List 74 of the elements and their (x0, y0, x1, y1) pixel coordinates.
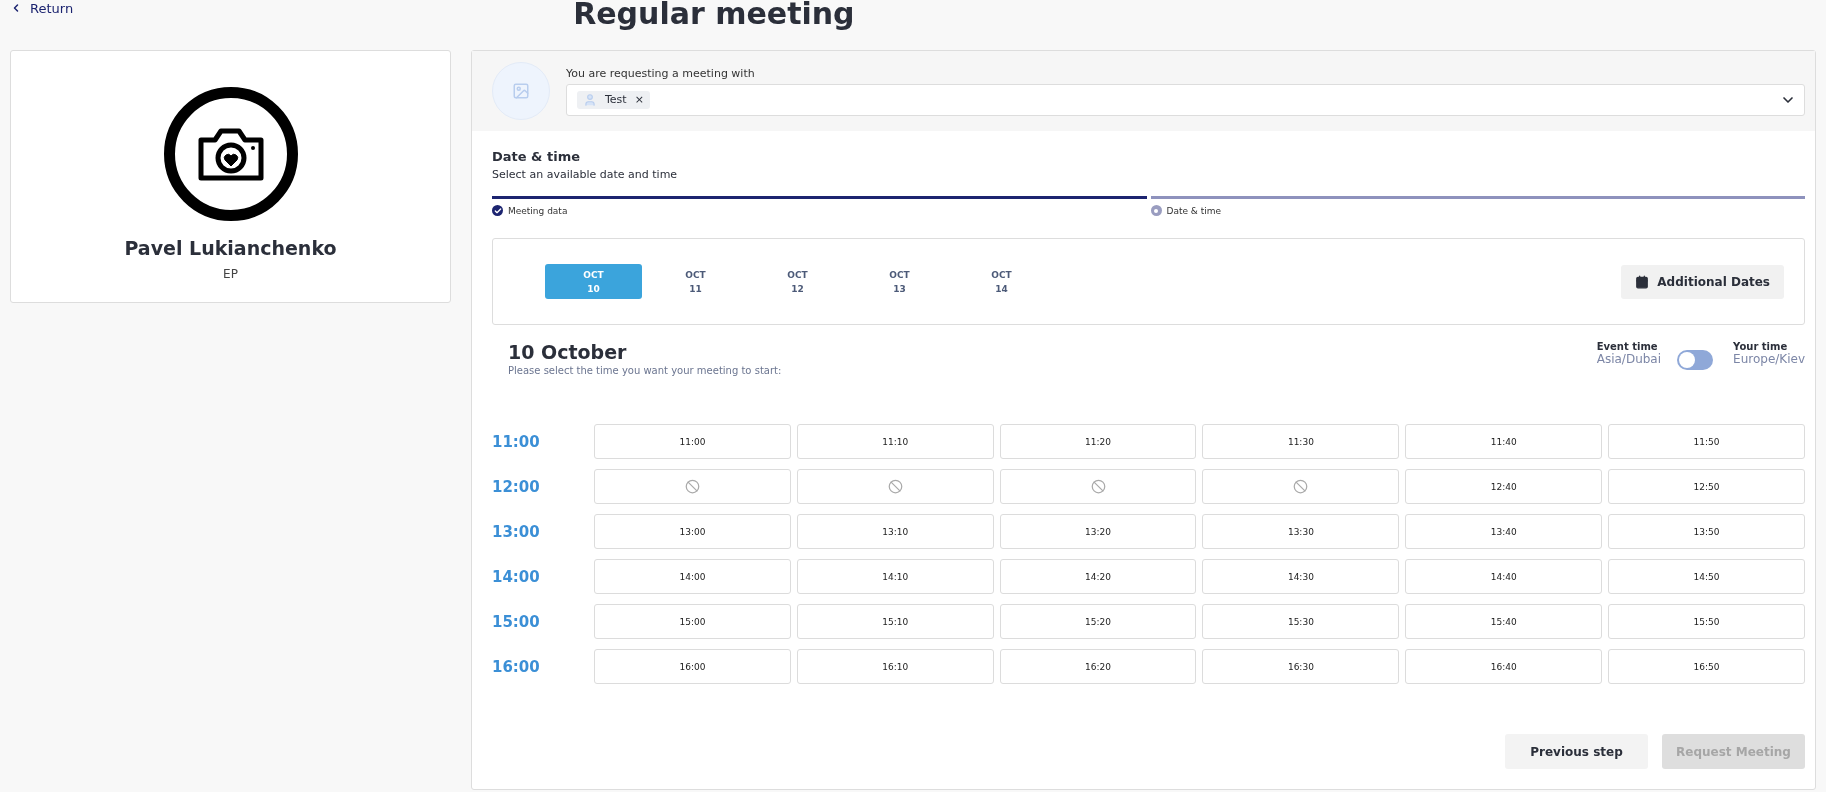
time-slot[interactable]: 12:50 (1608, 469, 1805, 504)
hour-label: 11:00 (492, 432, 541, 451)
date-tab[interactable]: OCT 13 (851, 264, 948, 299)
section-subtitle: Select an available date and time (492, 168, 679, 181)
time-slot[interactable]: 13:40 (1405, 514, 1603, 549)
remove-chip[interactable]: × (634, 93, 644, 106)
time-slot[interactable]: 16:00 (594, 649, 791, 684)
hour-label: 13:00 (492, 522, 541, 541)
your-time-label: Your time (1733, 341, 1788, 352)
time-slot[interactable]: 13:30 (1202, 514, 1400, 549)
unavailable-icon (887, 479, 903, 494)
time-slot[interactable]: 16:30 (1202, 649, 1400, 684)
unavailable-icon (1293, 479, 1309, 494)
hour-label: 12:00 (492, 477, 541, 496)
unavailable-slot[interactable] (999, 469, 1197, 504)
event-time-label: Event time (1596, 341, 1658, 352)
event-zone: Asia/Dubai (1596, 352, 1662, 366)
section-title: Date & time (492, 149, 582, 164)
time-slot[interactable]: 11:40 (1405, 424, 1603, 459)
time-slot[interactable]: 13:00 (594, 514, 791, 549)
page-title: Regular meeting (573, 0, 855, 32)
hour-label: 14:00 (492, 567, 541, 586)
time-slot[interactable]: 13:50 (1608, 514, 1805, 549)
unavailable-slot[interactable] (1202, 469, 1400, 504)
request-label: You are requesting a meeting with (566, 66, 756, 80)
time-slot[interactable]: 11:10 (796, 424, 994, 459)
time-slot[interactable]: 14:10 (796, 559, 994, 594)
date-tab[interactable]: OCT 12 (749, 264, 846, 299)
time-slot[interactable]: 13:20 (999, 514, 1197, 549)
timezone-toggle[interactable] (1677, 350, 1714, 370)
return-link[interactable]: Return (10, 0, 74, 16)
profile-role: EP (223, 267, 238, 281)
time-slot[interactable]: 13:10 (796, 514, 994, 549)
time-slot[interactable]: 14:40 (1405, 559, 1603, 594)
hour-label: 16:00 (492, 657, 541, 676)
time-slot[interactable]: 15:00 (594, 604, 791, 639)
time-slot[interactable]: 11:00 (594, 424, 791, 459)
user-icon (583, 92, 597, 107)
unavailable-slot[interactable] (594, 469, 791, 504)
time-slot[interactable]: 11:30 (1202, 424, 1400, 459)
time-slot[interactable]: 11:20 (999, 424, 1197, 459)
day-heading: 10 October (508, 341, 628, 363)
date-tab[interactable]: OCT 11 (647, 264, 744, 299)
time-slot[interactable]: 15:20 (999, 604, 1197, 639)
time-slot[interactable]: 14:20 (999, 559, 1197, 594)
time-slot[interactable]: 14:30 (1202, 559, 1400, 594)
time-slot[interactable]: 16:50 (1608, 649, 1805, 684)
time-slot[interactable]: 15:10 (796, 604, 994, 639)
step-label: Date & time (1166, 205, 1222, 216)
date-tab[interactable]: OCT 14 (953, 264, 1050, 299)
action-button[interactable]: Previous step (1505, 734, 1648, 769)
time-slot[interactable]: 15:50 (1608, 604, 1805, 639)
profile-name: Pavel Lukianchenko (124, 237, 337, 259)
calendar-icon (1635, 274, 1650, 289)
hour-label: 15:00 (492, 612, 541, 631)
time-slot[interactable]: 11:50 (1608, 424, 1805, 459)
chip-label: Test (605, 93, 627, 106)
time-slot[interactable]: 12:40 (1405, 469, 1603, 504)
unavailable-icon (684, 479, 700, 494)
unavailable-slot[interactable] (796, 469, 994, 504)
time-slot[interactable]: 14:00 (594, 559, 791, 594)
time-slot[interactable]: 16:40 (1405, 649, 1603, 684)
time-slot[interactable]: 14:50 (1608, 559, 1805, 594)
step-label: Meeting data (508, 205, 568, 216)
additional-dates-button[interactable]: Additional Dates (1621, 264, 1784, 299)
time-slot[interactable]: 16:20 (999, 649, 1197, 684)
time-slot[interactable]: 15:30 (1202, 604, 1400, 639)
your-zone: Europe/Kiev (1733, 352, 1805, 366)
time-slot[interactable]: 15:40 (1405, 604, 1603, 639)
time-slot[interactable]: 16:10 (796, 649, 994, 684)
day-hint: Please select the time you want your meeting to start: (508, 365, 782, 376)
image-icon (512, 82, 530, 100)
participant-select[interactable]: Test × (566, 83, 1805, 116)
unavailable-icon (1090, 479, 1106, 494)
